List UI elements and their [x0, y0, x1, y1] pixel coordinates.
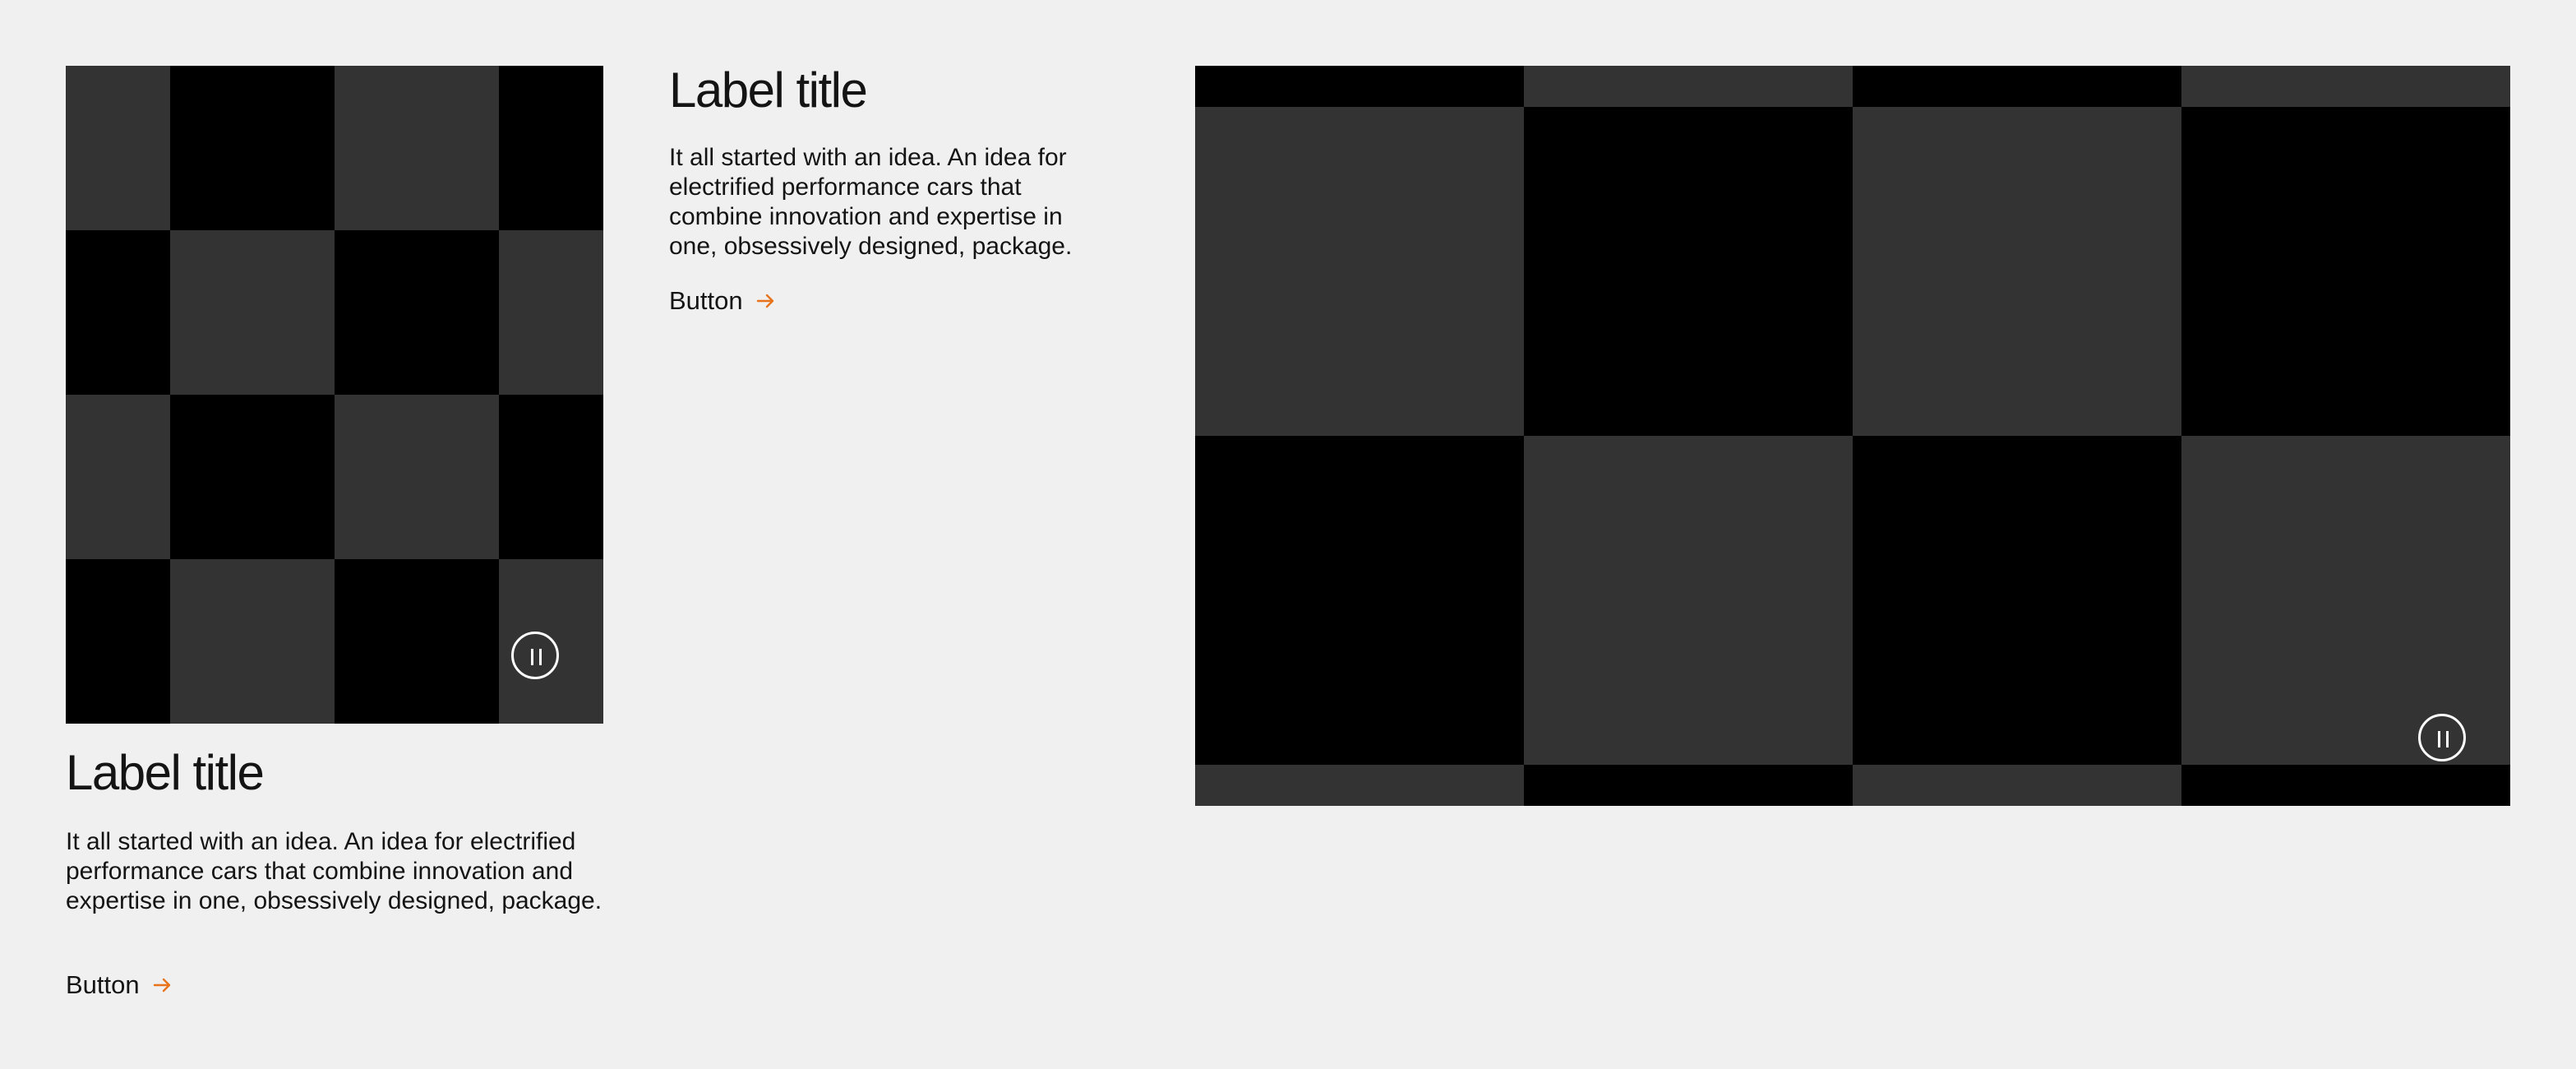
- feature-media-landscape: [1195, 66, 2510, 806]
- pause-icon: [2438, 731, 2440, 747]
- card-button-label: Button: [669, 286, 743, 315]
- card-description: It all started with an idea. An idea for…: [669, 144, 1073, 260]
- media-placeholder-checker: [1195, 66, 2510, 806]
- pause-button[interactable]: [2418, 714, 2466, 761]
- card-button[interactable]: Button: [66, 970, 174, 1000]
- card-description: It all started with an idea. An idea for…: [66, 828, 602, 914]
- card-title: Label title: [66, 745, 265, 800]
- arrow-right-icon: [756, 294, 773, 308]
- arrow-right-icon: [153, 978, 170, 993]
- card-title: Label title: [669, 62, 868, 118]
- pause-icon: [531, 649, 533, 665]
- pause-button[interactable]: [511, 632, 559, 679]
- card-button-label: Button: [66, 970, 140, 999]
- card-media-portrait: [66, 66, 603, 724]
- media-placeholder-checker: [66, 66, 603, 724]
- card-button[interactable]: Button: [669, 286, 778, 316]
